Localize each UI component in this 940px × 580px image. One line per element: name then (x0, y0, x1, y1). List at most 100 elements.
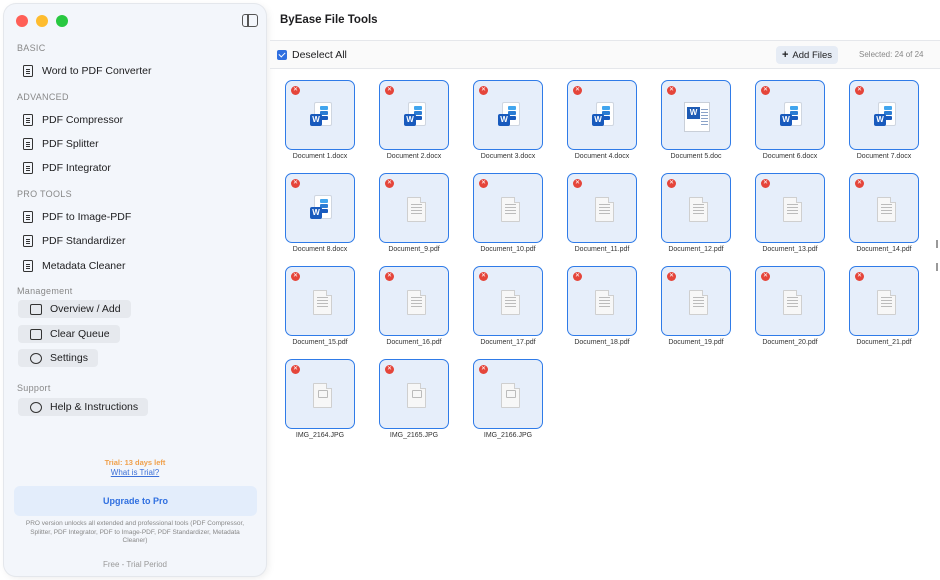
sidebar-item-pdf-compressor[interactable]: PDF Compressor (23, 111, 123, 129)
word-docx-icon: W (874, 102, 896, 129)
file-thumbnail[interactable]: ✕ (285, 266, 355, 336)
sidebar-item-pdf-standardizer[interactable]: PDF Standardizer (23, 232, 125, 250)
remove-file-icon[interactable]: ✕ (479, 272, 488, 281)
zoom-window-button[interactable] (56, 15, 68, 27)
file-item[interactable]: ✕ Document_12.pdf (661, 173, 731, 253)
file-thumbnail[interactable]: ✕ (661, 173, 731, 243)
file-item[interactable]: ✕ W Document 4.docx (567, 80, 637, 160)
file-thumbnail[interactable]: ✕ (755, 173, 825, 243)
sidebar-item-word-to-pdf[interactable]: Word to PDF Converter (23, 62, 152, 80)
file-thumbnail[interactable]: ✕ (567, 173, 637, 243)
remove-file-icon[interactable]: ✕ (855, 179, 864, 188)
file-item[interactable]: ✕ W Document 6.docx (755, 80, 825, 160)
remove-file-icon[interactable]: ✕ (291, 365, 300, 374)
file-item[interactable]: ✕ Document_19.pdf (661, 266, 731, 346)
clear-queue-button[interactable]: Clear Queue (18, 325, 120, 343)
minimize-window-button[interactable] (36, 15, 48, 27)
section-management: Management (17, 286, 73, 296)
file-item[interactable]: ✕ Document_20.pdf (755, 266, 825, 346)
merge-icon (23, 162, 33, 174)
what-is-trial-link[interactable]: What is Trial? (4, 468, 266, 477)
file-item[interactable]: ✕ Document_15.pdf (285, 266, 355, 346)
remove-file-icon[interactable]: ✕ (385, 86, 394, 95)
file-item[interactable]: ✕ Document_17.pdf (473, 266, 543, 346)
file-thumbnail[interactable]: ✕ (473, 359, 543, 429)
file-thumbnail[interactable]: ✕ (379, 173, 449, 243)
file-name: Document_16.pdf (386, 339, 442, 346)
sidebar-toggle-icon[interactable] (242, 14, 258, 27)
trial-status: Trial: 13 days left (104, 458, 166, 467)
remove-file-icon[interactable]: ✕ (291, 179, 300, 188)
file-item[interactable]: ✕ IMG_2164.JPG (285, 359, 355, 439)
remove-file-icon[interactable]: ✕ (291, 272, 300, 281)
file-thumbnail[interactable]: ✕ W (755, 80, 825, 150)
sidebar-item-pdf-splitter[interactable]: PDF Splitter (23, 135, 99, 153)
file-thumbnail[interactable]: ✕ W (285, 173, 355, 243)
remove-file-icon[interactable]: ✕ (291, 86, 300, 95)
file-item[interactable]: ✕ W Document 7.docx (849, 80, 919, 160)
file-item[interactable]: ✕ Document_10.pdf (473, 173, 543, 253)
file-thumbnail[interactable]: ✕ (849, 173, 919, 243)
file-item[interactable]: ✕ W Document 5.doc (661, 80, 731, 160)
file-thumbnail[interactable]: ✕ W (473, 80, 543, 150)
remove-file-icon[interactable]: ✕ (479, 86, 488, 95)
remove-file-icon[interactable]: ✕ (573, 86, 582, 95)
close-window-button[interactable] (16, 15, 28, 27)
remove-file-icon[interactable]: ✕ (667, 272, 676, 281)
file-thumbnail[interactable]: ✕ W (849, 80, 919, 150)
remove-file-icon[interactable]: ✕ (667, 86, 676, 95)
file-item[interactable]: ✕ W Document 1.docx (285, 80, 355, 160)
select-all-checkbox[interactable] (277, 50, 287, 60)
file-thumbnail[interactable]: ✕ W (285, 80, 355, 150)
file-item[interactable]: ✕ IMG_2165.JPG (379, 359, 449, 439)
file-item[interactable]: ✕ Document_11.pdf (567, 173, 637, 253)
overview-add-button[interactable]: Overview / Add (18, 300, 131, 318)
remove-file-icon[interactable]: ✕ (573, 272, 582, 281)
file-thumbnail[interactable]: ✕ (661, 266, 731, 336)
remove-file-icon[interactable]: ✕ (479, 179, 488, 188)
file-item[interactable]: ✕ W Document 8.docx (285, 173, 355, 253)
file-item[interactable]: ✕ IMG_2166.JPG (473, 359, 543, 439)
file-thumbnail[interactable]: ✕ W (379, 80, 449, 150)
deselect-all-label[interactable]: Deselect All (292, 49, 347, 61)
file-item[interactable]: ✕ Document_14.pdf (849, 173, 919, 253)
remove-file-icon[interactable]: ✕ (667, 179, 676, 188)
remove-file-icon[interactable]: ✕ (573, 179, 582, 188)
file-thumbnail[interactable]: ✕ (755, 266, 825, 336)
remove-file-icon[interactable]: ✕ (855, 86, 864, 95)
sidebar-item-pdf-to-image-pdf[interactable]: PDF to Image-PDF (23, 208, 131, 226)
add-files-button[interactable]: + Add Files (776, 46, 838, 64)
file-thumbnail[interactable]: ✕ (849, 266, 919, 336)
remove-file-icon[interactable]: ✕ (855, 272, 864, 281)
file-item[interactable]: ✕ Document_16.pdf (379, 266, 449, 346)
file-thumbnail[interactable]: ✕ W (567, 80, 637, 150)
file-thumbnail[interactable]: ✕ (379, 359, 449, 429)
file-name: Document_10.pdf (480, 246, 536, 253)
image-icon (23, 211, 33, 223)
file-item[interactable]: ✕ Document_21.pdf (849, 266, 919, 346)
sidebar-item-pdf-integrator[interactable]: PDF Integrator (23, 159, 111, 177)
file-thumbnail[interactable]: ✕ (379, 266, 449, 336)
sidebar-item-label: PDF Compressor (42, 114, 124, 126)
remove-file-icon[interactable]: ✕ (761, 86, 770, 95)
file-thumbnail[interactable]: ✕ (473, 266, 543, 336)
file-item[interactable]: ✕ W Document 2.docx (379, 80, 449, 160)
file-item[interactable]: ✕ Document_13.pdf (755, 173, 825, 253)
file-thumbnail[interactable]: ✕ (567, 266, 637, 336)
file-item[interactable]: ✕ Document_18.pdf (567, 266, 637, 346)
remove-file-icon[interactable]: ✕ (385, 272, 394, 281)
file-thumbnail[interactable]: ✕ W (661, 80, 731, 150)
remove-file-icon[interactable]: ✕ (385, 365, 394, 374)
remove-file-icon[interactable]: ✕ (761, 179, 770, 188)
settings-button[interactable]: Settings (18, 349, 98, 367)
file-item[interactable]: ✕ W Document 3.docx (473, 80, 543, 160)
sidebar-item-metadata-cleaner[interactable]: Metadata Cleaner (23, 257, 125, 275)
remove-file-icon[interactable]: ✕ (385, 179, 394, 188)
help-instructions-button[interactable]: Help & Instructions (18, 398, 149, 416)
file-thumbnail[interactable]: ✕ (473, 173, 543, 243)
file-thumbnail[interactable]: ✕ (285, 359, 355, 429)
file-item[interactable]: ✕ Document_9.pdf (379, 173, 449, 253)
remove-file-icon[interactable]: ✕ (761, 272, 770, 281)
upgrade-to-pro-button[interactable]: Upgrade to Pro (14, 486, 257, 516)
remove-file-icon[interactable]: ✕ (479, 365, 488, 374)
